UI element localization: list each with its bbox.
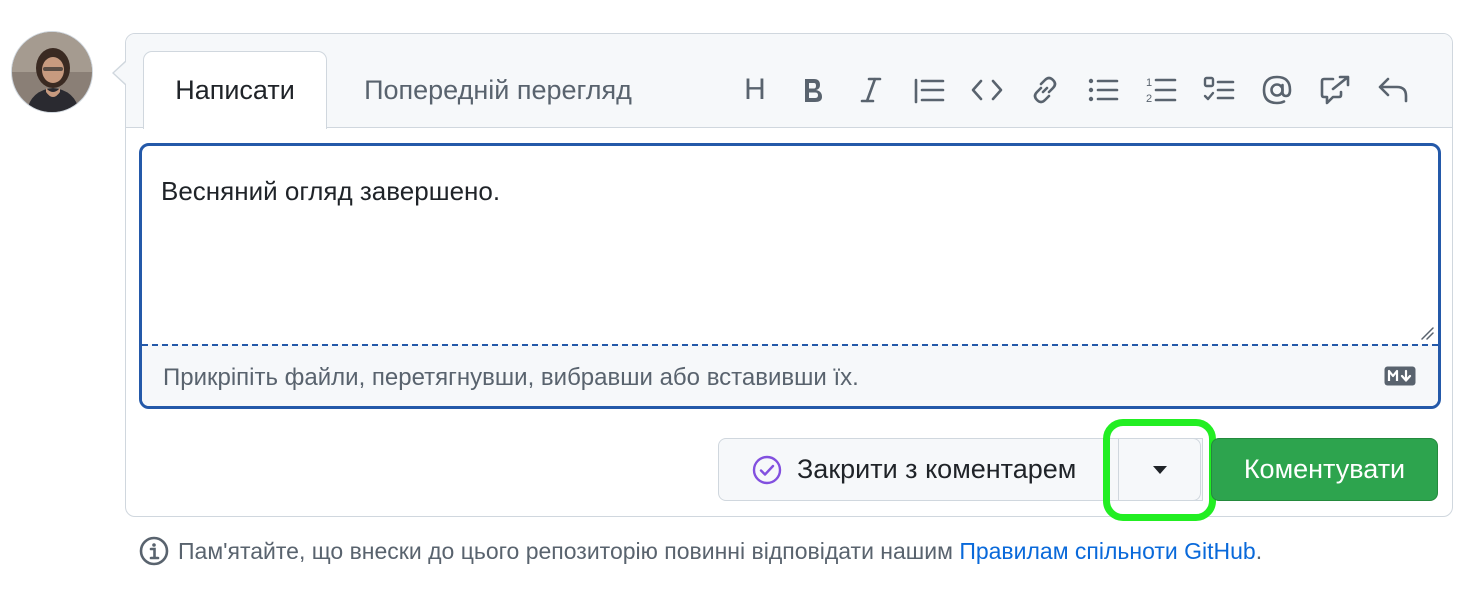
resize-handle-icon[interactable] (1420, 326, 1434, 340)
comment-box: Написати Попередній перегляд H 1 2 Весня… (125, 33, 1453, 521)
bold-icon[interactable] (784, 70, 842, 110)
quote-icon[interactable] (900, 70, 958, 110)
heading-icon[interactable]: H (726, 70, 784, 110)
attach-hint: Прикріпіть файли, перетягнувши, вибравши… (163, 364, 859, 391)
link-icon[interactable] (1016, 70, 1074, 110)
markdown-icon[interactable] (1384, 366, 1416, 386)
ordered-list-icon[interactable]: 1 2 (1132, 70, 1190, 110)
italic-icon[interactable] (842, 70, 900, 110)
close-with-comment-label: Закрити з коментарем (797, 454, 1077, 484)
tab-bar: Написати Попередній перегляд H 1 2 (126, 34, 1452, 129)
comment-pointer-fill (114, 62, 126, 84)
code-icon[interactable] (958, 70, 1016, 110)
reply-icon[interactable] (1364, 70, 1422, 110)
info-icon (138, 535, 170, 567)
mention-icon[interactable] (1248, 70, 1306, 110)
tab-preview[interactable]: Попередній перегляд (348, 51, 648, 129)
notice-suffix: . (1255, 537, 1263, 564)
markdown-toolbar: H 1 2 (726, 70, 1422, 110)
comment-button[interactable]: Коментувати (1211, 438, 1438, 501)
comment-text-value: Весняний огляд завершено. (161, 176, 501, 206)
avatar[interactable] (11, 31, 93, 113)
comment-textarea[interactable]: Весняний огляд завершено. Прикріпіть фай… (139, 143, 1441, 409)
ordered-digit-2: 2 (1146, 93, 1152, 105)
caret-down-icon (1152, 465, 1167, 474)
close-options-dropdown-button[interactable] (1118, 438, 1201, 501)
unordered-list-icon[interactable] (1074, 70, 1132, 110)
community-guidelines-link[interactable]: Правилам спільноти GitHub (959, 538, 1255, 565)
task-list-icon[interactable] (1190, 70, 1248, 110)
check-circle-icon (751, 454, 783, 486)
ordered-digit-1: 1 (1146, 77, 1152, 89)
reference-icon[interactable] (1306, 70, 1364, 110)
comment-composer: Написати Попередній перегляд H 1 2 Весня… (0, 0, 1464, 590)
file-attachment-bar[interactable]: Прикріпіть файли, перетягнувши, вибравши… (142, 344, 1438, 406)
heading-label: H (744, 73, 766, 106)
notice-text: Пам'ятайте, що внески до цього репозитор… (178, 537, 953, 564)
tab-write[interactable]: Написати (143, 51, 327, 129)
guidelines-notice: Пам'ятайте, що внески до цього репозитор… (138, 535, 1262, 567)
